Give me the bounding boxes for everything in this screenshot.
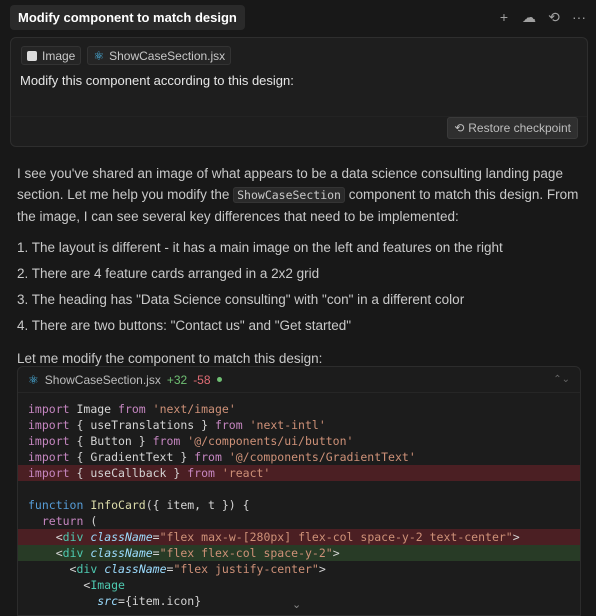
- code-token: <: [55, 546, 63, 560]
- code-line: <div className="flex justify-center">: [18, 561, 580, 577]
- code-token: return: [41, 514, 84, 528]
- code-body: import Image from 'next/image' import { u…: [18, 401, 580, 609]
- code-line: <div className="flex max-w-[280px] flex-…: [18, 529, 580, 545]
- chat-header: Modify component to match design + ☁ ⟲ ···: [0, 0, 596, 34]
- code-token: =: [152, 546, 160, 560]
- code-token: ({ item, t }) {: [145, 498, 250, 512]
- code-token: <: [55, 530, 63, 544]
- code-token: ={item.icon}: [118, 594, 202, 608]
- inline-code: ShowCaseSection: [233, 187, 345, 203]
- cloud-icon[interactable]: ☁: [522, 10, 536, 24]
- restore-label: Restore checkpoint: [468, 121, 571, 135]
- code-line: import { useTranslations } from 'next-in…: [18, 417, 580, 433]
- list-item: 2. There are 4 feature cards arranged in…: [17, 266, 320, 281]
- code-token: div: [76, 562, 98, 576]
- code-header[interactable]: ⚛ ShowCaseSection.jsx +32 -58 ⌃⌄: [18, 367, 580, 393]
- code-token: className: [104, 562, 167, 576]
- code-token: 'next-intl': [249, 418, 326, 432]
- attachments: Image ⚛ ShowCaseSection.jsx: [21, 46, 232, 65]
- code-token: import: [28, 466, 70, 480]
- list-item: 3. The heading has "Data Science consult…: [17, 292, 465, 307]
- expand-toggle-icon[interactable]: ⌃⌄: [553, 374, 570, 385]
- attachment-image[interactable]: Image: [21, 46, 82, 65]
- code-token: from: [194, 450, 222, 464]
- code-token: { useCallback }: [69, 466, 188, 480]
- code-token: Image: [90, 578, 125, 592]
- chat-title[interactable]: Modify component to match design: [10, 4, 245, 30]
- header-actions: + ☁ ⟲ ···: [497, 10, 586, 24]
- code-token: 'next/image': [152, 402, 236, 416]
- code-token: =: [152, 530, 160, 544]
- code-token: >: [512, 530, 520, 544]
- attachment-label: ShowCaseSection.jsx: [109, 48, 226, 63]
- code-token: >: [318, 562, 326, 576]
- prompt-text: Modify this component according to this …: [20, 73, 294, 88]
- code-line: <Image: [18, 577, 580, 593]
- code-token: '@/components/ui/button': [187, 434, 354, 448]
- user-prompt-card: Image ⚛ ShowCaseSection.jsx Modify this …: [10, 37, 588, 147]
- deletions-count: -58: [193, 372, 211, 387]
- attachment-label: Image: [42, 48, 76, 63]
- more-icon[interactable]: ···: [572, 10, 586, 24]
- restore-checkpoint-button[interactable]: ⟲ Restore checkpoint: [447, 117, 578, 139]
- code-token: from: [118, 402, 146, 416]
- list-item: 1. The layout is different - it has a ma…: [17, 240, 503, 255]
- code-token: import: [28, 450, 70, 464]
- code-token: "flex justify-center": [173, 562, 319, 576]
- code-diff-block: ⚛ ShowCaseSection.jsx +32 -58 ⌃⌄ import …: [17, 366, 581, 616]
- additions-count: +32: [166, 372, 188, 387]
- scroll-down-chevron-icon[interactable]: ⌄: [292, 598, 301, 611]
- code-token: div: [62, 530, 84, 544]
- code-token: from: [187, 466, 215, 480]
- code-line: import { GradientText } from '@/componen…: [18, 449, 580, 465]
- code-token: function: [28, 498, 84, 512]
- code-token: '@/components/GradientText': [228, 450, 416, 464]
- code-token: className: [90, 530, 153, 544]
- code-token: 'react': [221, 466, 271, 480]
- response-intro: I see you've shared an image of what app…: [17, 163, 585, 227]
- code-token: >: [332, 546, 340, 560]
- code-filename: ShowCaseSection.jsx: [44, 372, 161, 387]
- code-token: import: [28, 434, 70, 448]
- attachment-file[interactable]: ⚛ ShowCaseSection.jsx: [87, 46, 232, 65]
- code-token: className: [90, 546, 153, 560]
- code-line: import Image from 'next/image': [18, 401, 580, 417]
- image-icon: [27, 50, 37, 61]
- code-token: import: [28, 418, 70, 432]
- code-token: import: [28, 402, 70, 416]
- react-icon: ⚛: [93, 48, 105, 63]
- list-item: 4. There are two buttons: "Contact us" a…: [17, 318, 352, 333]
- code-line: function InfoCard({ item, t }) {: [18, 497, 580, 513]
- code-token: "flex max-w-[280px] flex-col space-y-2 t…: [159, 530, 513, 544]
- code-token: div: [62, 546, 84, 560]
- code-token: from: [214, 418, 243, 432]
- new-chat-icon[interactable]: +: [497, 10, 511, 24]
- history-icon[interactable]: ⟲: [547, 10, 561, 24]
- assistant-response: I see you've shared an image of what app…: [17, 163, 585, 379]
- code-token: { useTranslations }: [69, 418, 215, 432]
- code-token: InfoCard: [90, 498, 146, 512]
- restore-icon: ⟲: [454, 121, 465, 135]
- code-token: src: [97, 594, 119, 608]
- code-token: "flex flex-col space-y-2": [159, 546, 333, 560]
- code-line: import { useCallback } from 'react': [18, 465, 580, 481]
- modified-dot-icon: [216, 377, 222, 382]
- code-token: { Button }: [69, 434, 153, 448]
- code-token: { GradientText }: [69, 450, 195, 464]
- react-icon: ⚛: [28, 372, 39, 387]
- code-line: <div className="flex flex-col space-y-2"…: [18, 545, 580, 561]
- code-token: (: [83, 514, 98, 528]
- code-line: return (: [18, 513, 580, 529]
- code-token: from: [152, 434, 181, 448]
- code-line: import { Button } from '@/components/ui/…: [18, 433, 580, 449]
- code-token: Image: [69, 402, 119, 416]
